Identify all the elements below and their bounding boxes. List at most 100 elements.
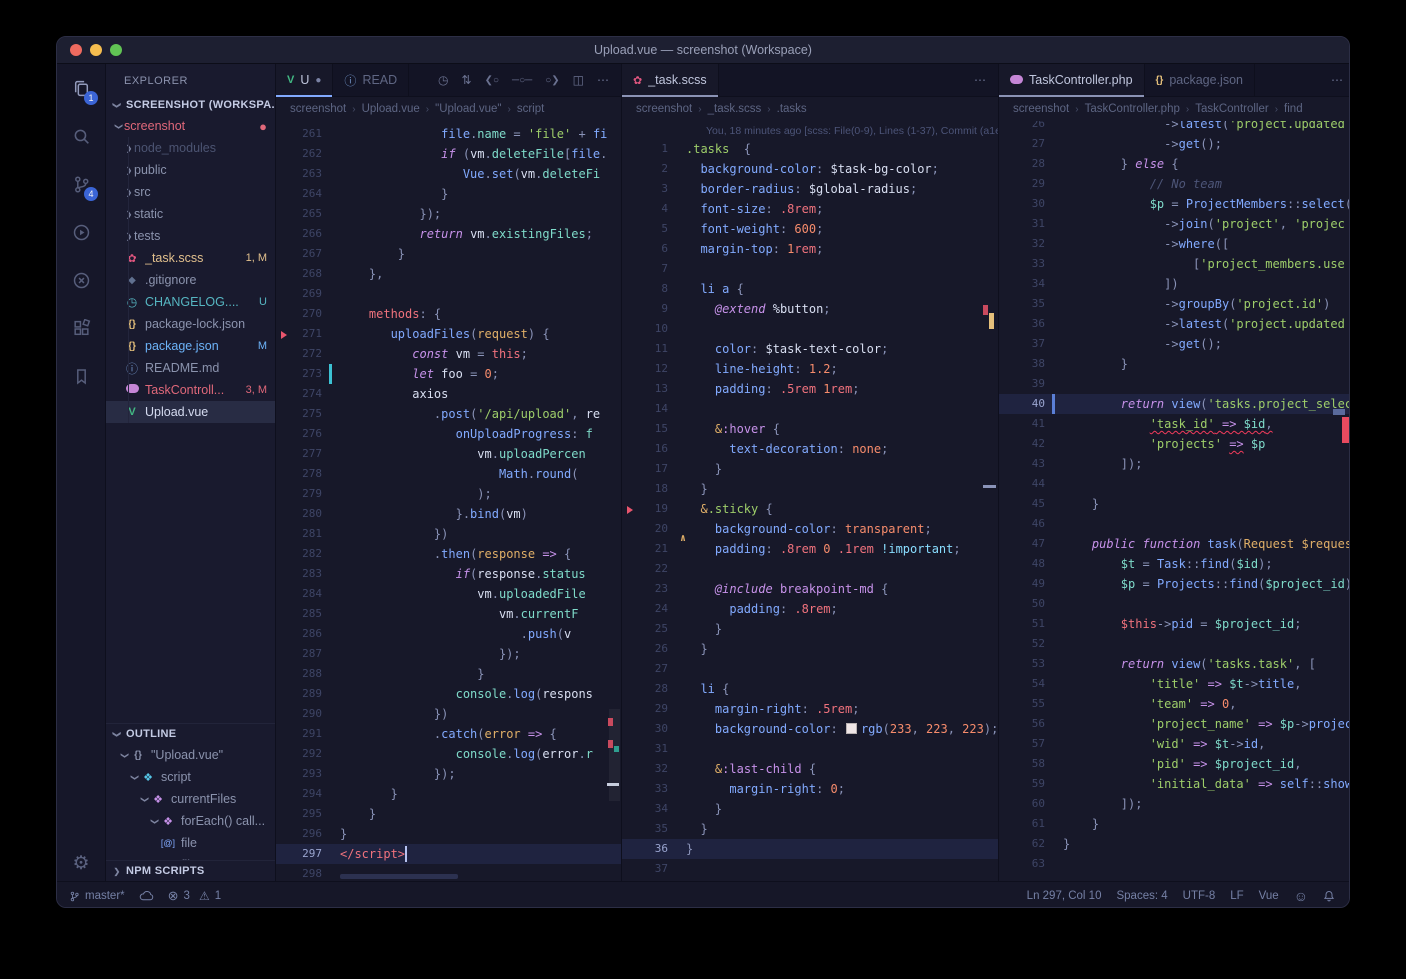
code-line[interactable]: 58 'pid' => $project_id, bbox=[999, 754, 1350, 774]
line-number[interactable]: 283 bbox=[276, 564, 322, 584]
code-line[interactable]: 264 } bbox=[276, 184, 621, 204]
code-line[interactable]: 23 @include breakpoint-md { bbox=[622, 579, 998, 599]
line-number[interactable]: 280 bbox=[276, 504, 322, 524]
next-change-icon[interactable]: ○❯ bbox=[545, 75, 559, 86]
code-line[interactable]: 17 } bbox=[622, 459, 998, 479]
line-number[interactable]: 9 bbox=[622, 299, 668, 319]
line-number[interactable]: 27 bbox=[999, 134, 1045, 154]
activity-bookmarks-icon[interactable] bbox=[57, 352, 105, 400]
code-line[interactable]: 282 .then(response => { bbox=[276, 544, 621, 564]
more-actions-icon[interactable]: ⋯ bbox=[974, 73, 986, 87]
tab--task-scss[interactable]: ✿_task.scss bbox=[622, 64, 719, 96]
line-number[interactable]: 49 bbox=[999, 574, 1045, 594]
line-number[interactable]: 41 bbox=[999, 414, 1045, 434]
breadcrumb-item[interactable]: screenshot bbox=[290, 103, 346, 115]
close-button[interactable] bbox=[70, 44, 82, 56]
code-editor[interactable]: 26 ->latest('project.updated27 ->get();2… bbox=[999, 121, 1350, 881]
line-number[interactable]: 297 bbox=[276, 844, 322, 864]
code-line[interactable]: 273 let foo = 0; bbox=[276, 364, 621, 384]
line-number[interactable]: 51 bbox=[999, 614, 1045, 634]
line-number[interactable]: 32 bbox=[622, 759, 668, 779]
code-line[interactable]: 50 bbox=[999, 594, 1350, 614]
sidebar-item-src[interactable]: ❯src bbox=[106, 181, 275, 203]
code-line[interactable]: 44 bbox=[999, 474, 1350, 494]
outline-item-file[interactable]: [@]file bbox=[106, 832, 275, 854]
code-line[interactable]: 31 bbox=[622, 739, 998, 759]
sidebar-item-package-json[interactable]: {}package.jsonM bbox=[106, 335, 275, 357]
sidebar-item-taskcontroll-[interactable]: TaskControll...3, M bbox=[106, 379, 275, 401]
feedback-smiley-icon[interactable]: ☺ bbox=[1294, 888, 1308, 904]
breadcrumb[interactable]: screenshot›Upload.vue›"Upload.vue"›scrip… bbox=[276, 97, 621, 121]
code-line[interactable]: 279 ); bbox=[276, 484, 621, 504]
code-line[interactable]: 42 'projects' => $p bbox=[999, 434, 1350, 454]
breadcrumb[interactable]: screenshot›_task.scss›.tasks bbox=[622, 97, 998, 121]
code-line[interactable]: 30 $p = ProjectMembers::select(' bbox=[999, 194, 1350, 214]
line-number[interactable]: 282 bbox=[276, 544, 322, 564]
line-number[interactable]: 7 bbox=[622, 259, 668, 279]
line-number[interactable]: 276 bbox=[276, 424, 322, 444]
line-number[interactable]: 22 bbox=[622, 559, 668, 579]
line-number[interactable]: 34 bbox=[999, 274, 1045, 294]
code-line[interactable]: 288 } bbox=[276, 664, 621, 684]
split-editor-icon[interactable]: ◫ bbox=[573, 73, 584, 87]
line-number[interactable]: 31 bbox=[622, 739, 668, 759]
line-number[interactable]: 293 bbox=[276, 764, 322, 784]
activity-extensions-icon[interactable] bbox=[57, 304, 105, 352]
line-number[interactable]: 21 bbox=[622, 539, 668, 559]
code-line[interactable]: 29 margin-right: .5rem; bbox=[622, 699, 998, 719]
outline-item-currentfiles[interactable]: ❯❖currentFiles bbox=[106, 788, 275, 810]
horizontal-scrollbar[interactable] bbox=[340, 874, 458, 879]
line-number[interactable]: 26 bbox=[999, 121, 1045, 134]
code-line[interactable]: 8 li a { bbox=[622, 279, 998, 299]
line-number[interactable]: 15 bbox=[622, 419, 668, 439]
code-line[interactable]: 27 ->get(); bbox=[999, 134, 1350, 154]
code-line[interactable]: 270 methods: { bbox=[276, 304, 621, 324]
line-number[interactable]: 281 bbox=[276, 524, 322, 544]
code-line[interactable]: 15 &:hover { bbox=[622, 419, 998, 439]
line-number[interactable]: 36 bbox=[622, 839, 668, 859]
code-line[interactable]: 46 bbox=[999, 514, 1350, 534]
code-line[interactable]: 267 } bbox=[276, 244, 621, 264]
breadcrumb-item[interactable]: "Upload.vue" bbox=[435, 103, 501, 115]
line-number[interactable]: 14 bbox=[622, 399, 668, 419]
line-number[interactable]: 16 bbox=[622, 439, 668, 459]
code-line[interactable]: 59 'initial_data' => self::show( bbox=[999, 774, 1350, 794]
code-line[interactable]: 14 bbox=[622, 399, 998, 419]
breadcrumb-item[interactable]: screenshot bbox=[1013, 103, 1069, 115]
code-line[interactable]: 263 Vue.set(vm.deleteFi bbox=[276, 164, 621, 184]
sidebar-item--task-scss[interactable]: ✿_task.scss1, M bbox=[106, 247, 275, 269]
code-line[interactable]: 21 padding: .8rem 0 .1rem !important; bbox=[622, 539, 998, 559]
line-number[interactable]: 278 bbox=[276, 464, 322, 484]
line-number[interactable]: 57 bbox=[999, 734, 1045, 754]
code-line[interactable]: 6 margin-top: 1rem; bbox=[622, 239, 998, 259]
code-line[interactable]: 269 bbox=[276, 284, 621, 304]
compare-changes-icon[interactable]: ⇅ bbox=[462, 73, 472, 87]
code-line[interactable]: 35 } bbox=[622, 819, 998, 839]
code-line[interactable]: 29 // No team bbox=[999, 174, 1350, 194]
line-number[interactable]: 1 bbox=[622, 139, 668, 159]
line-number[interactable]: 275 bbox=[276, 404, 322, 424]
line-number[interactable]: 62 bbox=[999, 834, 1045, 854]
zoom-button[interactable] bbox=[110, 44, 122, 56]
line-number[interactable]: 296 bbox=[276, 824, 322, 844]
line-number[interactable]: 294 bbox=[276, 784, 322, 804]
line-number[interactable]: 18 bbox=[622, 479, 668, 499]
code-line[interactable]: 41 'task_id' => $id, bbox=[999, 414, 1350, 434]
breadcrumb[interactable]: screenshot›TaskController.php›TaskContro… bbox=[999, 97, 1350, 121]
code-editor[interactable]: 261 file.name = 'file' + fi262 if (vm.de… bbox=[276, 121, 621, 881]
line-number[interactable]: 55 bbox=[999, 694, 1045, 714]
code-line[interactable]: 286 .push(v bbox=[276, 624, 621, 644]
line-number[interactable]: 31 bbox=[999, 214, 1045, 234]
sidebar-item-static[interactable]: ❯static bbox=[106, 203, 275, 225]
sidebar-item-readme-md[interactable]: ⓘREADME.md bbox=[106, 357, 275, 379]
line-number[interactable]: 47 bbox=[999, 534, 1045, 554]
line-number[interactable]: 27 bbox=[622, 659, 668, 679]
line-number[interactable]: 35 bbox=[622, 819, 668, 839]
line-number[interactable]: 39 bbox=[999, 374, 1045, 394]
npm-scripts-header[interactable]: ❯ NPM SCRIPTS bbox=[106, 860, 275, 881]
line-number[interactable]: 277 bbox=[276, 444, 322, 464]
line-number[interactable]: 284 bbox=[276, 584, 322, 604]
code-line[interactable]: 285 vm.currentF bbox=[276, 604, 621, 624]
code-line[interactable]: 32 ->where([ bbox=[999, 234, 1350, 254]
code-line[interactable]: 61 } bbox=[999, 814, 1350, 834]
